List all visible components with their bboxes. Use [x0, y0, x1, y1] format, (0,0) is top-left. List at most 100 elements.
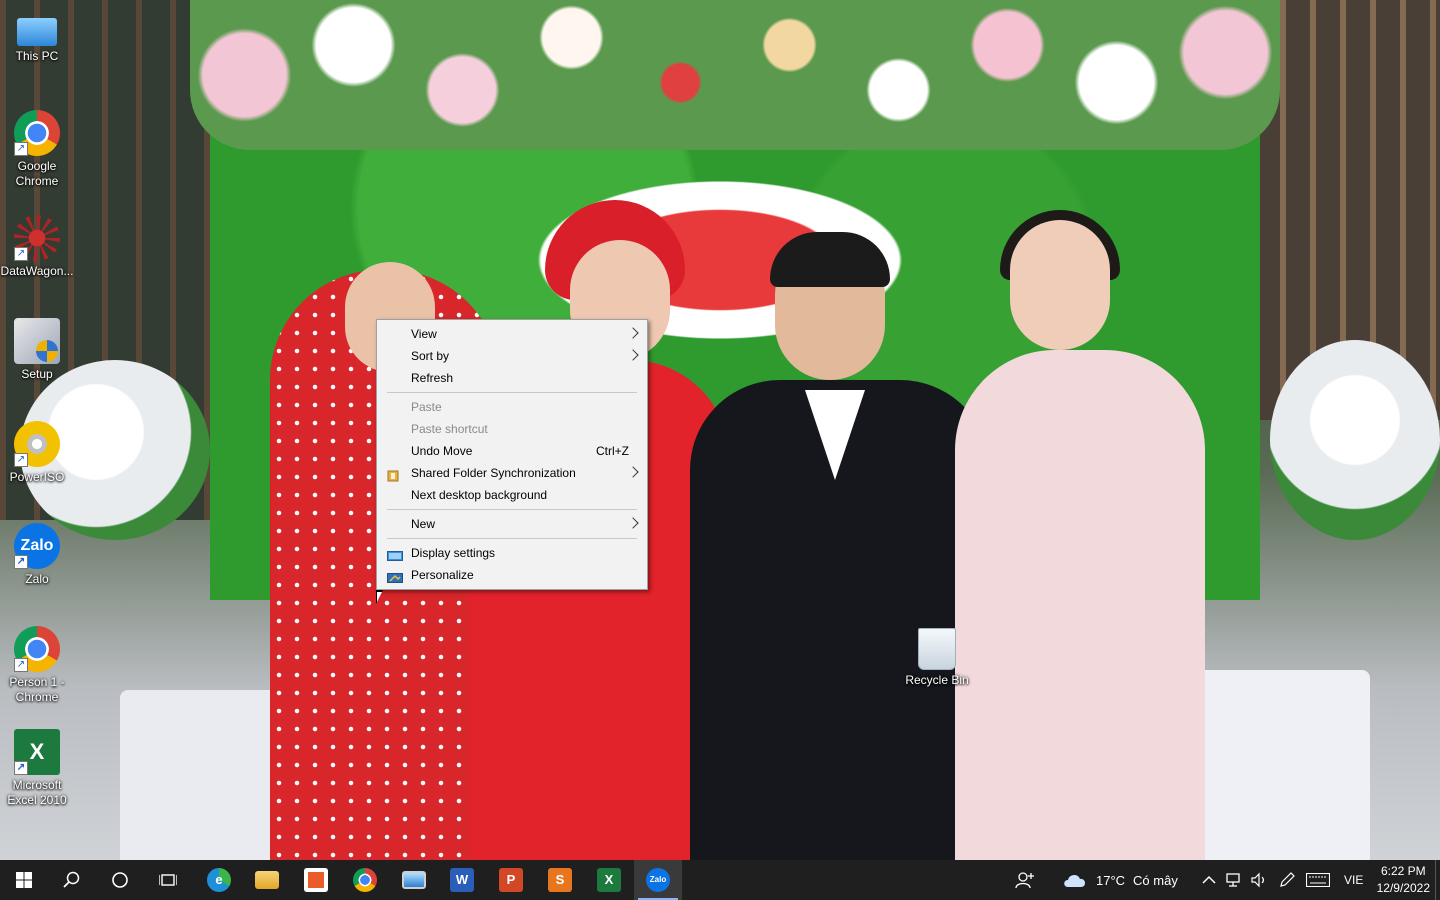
- desktop-icon-zalo[interactable]: Zalo ↗ Zalo: [0, 523, 74, 587]
- desktop-icon-label: This PC: [15, 49, 59, 63]
- desktop-icon-label: PowerISO: [9, 470, 65, 484]
- wallpaper-person-4-head: [1010, 220, 1110, 350]
- zalo-glyph: Zalo: [20, 537, 54, 554]
- file-explorer-icon: [255, 871, 279, 889]
- taskbar-app-zalo[interactable]: Zalo: [634, 860, 682, 900]
- desktop-icon-this-pc[interactable]: This PC: [0, 10, 74, 64]
- menu-item-next-desktop-background[interactable]: Next desktop background: [377, 484, 647, 506]
- volume-icon: [1251, 872, 1265, 888]
- cortana-button[interactable]: [96, 860, 144, 900]
- clock-time: 6:22 PM: [1380, 864, 1426, 878]
- show-desktop-button[interactable]: [1435, 860, 1440, 900]
- menu-item-new[interactable]: New: [377, 513, 647, 535]
- poweriso-icon: ↗: [14, 421, 60, 467]
- task-view-button[interactable]: [144, 860, 192, 900]
- shortcut-arrow-icon: ↗: [14, 555, 28, 569]
- menu-item-paste-shortcut: Paste shortcut: [377, 418, 647, 440]
- taskbar-app-edge[interactable]: e: [195, 860, 243, 900]
- shortcut-arrow-icon: ↗: [14, 247, 28, 261]
- taskbar-app-slides[interactable]: S: [536, 860, 584, 900]
- shortcut-arrow-icon: ↗: [14, 453, 28, 467]
- chrome-icon: ↗: [14, 110, 60, 156]
- taskbar-app-excel[interactable]: X: [585, 860, 633, 900]
- desktop-icon-label: Recycle Bin: [905, 673, 969, 687]
- shortcut-arrow-icon: ↗: [14, 142, 28, 156]
- slides-icon: S: [548, 868, 572, 892]
- show-hidden-icons-button[interactable]: [1202, 860, 1216, 900]
- menu-item-paste: Paste: [377, 396, 647, 418]
- menu-item-label: Paste shortcut: [411, 422, 488, 436]
- desktop-icon-person-1-chrome[interactable]: ↗ Person 1 - Chrome: [0, 626, 74, 705]
- desktop-icon-microsoft-excel[interactable]: X ↗ Microsoft Excel 2010: [0, 729, 74, 808]
- input-language: VIE: [1344, 873, 1364, 887]
- word-icon: W: [450, 868, 474, 892]
- chevron-right-icon: [627, 466, 639, 478]
- sync-folder-icon: [387, 467, 401, 482]
- menu-separator: [387, 392, 637, 393]
- menu-item-personalize[interactable]: Personalize: [377, 564, 647, 586]
- menu-item-shortcut: Ctrl+Z: [596, 444, 629, 458]
- zalo-icon: Zalo ↗: [14, 523, 60, 569]
- people-icon: [1015, 872, 1034, 889]
- windows-logo-icon: [16, 872, 32, 888]
- taskbar-clock[interactable]: 6:22 PM 12/9/2022: [1377, 863, 1430, 897]
- taskbar-app-word[interactable]: W: [438, 860, 486, 900]
- menu-item-display-settings[interactable]: Display settings: [377, 542, 647, 564]
- cloud-icon: [1064, 874, 1086, 887]
- input-language-button[interactable]: VIE: [1344, 860, 1363, 900]
- taskbar: e W P S X Zalo 17°C Có mây VIE 6:22 PM 1…: [0, 860, 1440, 900]
- menu-item-label: Refresh: [411, 371, 454, 385]
- menu-item-label: Shared Folder Synchronization: [411, 466, 576, 480]
- menu-item-view[interactable]: View: [377, 323, 647, 345]
- people-button[interactable]: [1015, 860, 1035, 900]
- network-icon: [1226, 873, 1240, 887]
- desktop-icon-label: Person 1 - Chrome: [9, 675, 65, 704]
- wallpaper-bouquet-right: [1270, 340, 1440, 540]
- network-button[interactable]: [1226, 860, 1244, 900]
- desktop-icon-datawagon[interactable]: ↗ DataWagon...: [0, 215, 74, 279]
- pen-button[interactable]: [1278, 860, 1296, 900]
- taskbar-app-chrome[interactable]: [341, 860, 389, 900]
- zalo-icon: Zalo: [646, 868, 670, 892]
- computer-icon: [17, 18, 57, 46]
- menu-item-undo-move[interactable]: Undo Move Ctrl+Z: [377, 440, 647, 462]
- search-button[interactable]: [48, 860, 96, 900]
- menu-separator: [387, 509, 637, 510]
- recycle-bin-icon: [918, 628, 956, 670]
- weather-temperature: 17°C: [1096, 872, 1126, 888]
- menu-item-label: Sort by: [411, 349, 450, 363]
- taskbar-app-powerpoint[interactable]: P: [487, 860, 535, 900]
- start-button[interactable]: [0, 860, 48, 900]
- desktop-wallpaper[interactable]: [0, 0, 1440, 860]
- taskbar-app-remote-desktop[interactable]: [390, 860, 438, 900]
- weather-condition: Có mây: [1133, 872, 1178, 888]
- chevron-right-icon: [627, 517, 639, 529]
- desktop-icon-recycle-bin[interactable]: Recycle Bin: [900, 628, 974, 688]
- desktop-icon-setup[interactable]: Setup: [0, 318, 74, 382]
- menu-item-sort-by[interactable]: Sort by: [377, 345, 647, 367]
- edge-icon: e: [207, 868, 231, 892]
- desktop-icon-google-chrome[interactable]: ↗ Google Chrome: [0, 110, 74, 189]
- keyboard-icon: [1306, 873, 1330, 887]
- weather-widget[interactable]: 17°C Có mây: [1062, 860, 1178, 900]
- personalize-icon: [387, 569, 403, 583]
- shortcut-arrow-icon: ↗: [14, 761, 28, 775]
- menu-item-label: View: [411, 327, 437, 341]
- desktop-icon-label: Zalo: [25, 572, 49, 586]
- excel-icon: X: [597, 868, 621, 892]
- excel-icon: X ↗: [14, 729, 60, 775]
- desktop-icon-poweriso[interactable]: ↗ PowerISO: [0, 421, 74, 485]
- chevron-right-icon: [627, 327, 639, 339]
- desktop-icon-label: Setup: [21, 367, 53, 381]
- mouse-cursor-icon: [376, 590, 383, 604]
- desktop-context-menu: View Sort by Refresh Paste Paste shortcu…: [376, 319, 648, 590]
- volume-button[interactable]: [1250, 860, 1268, 900]
- menu-item-refresh[interactable]: Refresh: [377, 367, 647, 389]
- menu-item-shared-folder-sync[interactable]: Shared Folder Synchronization: [377, 462, 647, 484]
- chevron-right-icon: [627, 349, 639, 361]
- display-icon: [387, 547, 403, 561]
- taskbar-app-file-explorer[interactable]: [243, 860, 291, 900]
- wallpaper-flower-arch: [190, 0, 1280, 150]
- taskbar-app-store[interactable]: [292, 860, 340, 900]
- touch-keyboard-button[interactable]: [1306, 860, 1330, 900]
